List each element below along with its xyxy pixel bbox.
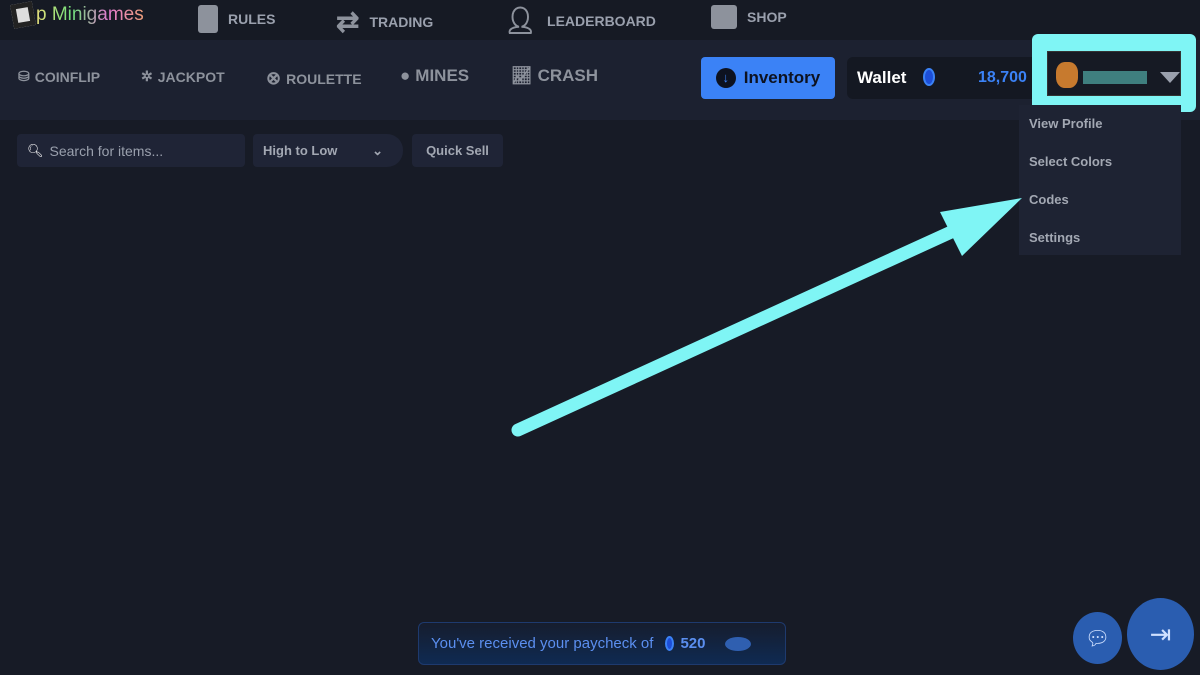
wallet-balance: 18,700 — [978, 69, 1027, 86]
paycheck-toast: You've received your paycheck of 520 — [418, 622, 786, 665]
inventory-label: Inventory — [743, 68, 821, 87]
book-icon — [198, 5, 218, 33]
coin-icon — [923, 68, 935, 86]
nav-trading[interactable]: ⇄ TRADING — [336, 5, 433, 38]
search-placeholder: Search for items... — [49, 142, 164, 159]
sort-value: High to Low — [263, 143, 338, 158]
chat-icon: 💬︎ — [1084, 627, 1111, 650]
search-icon: 🔍︎ — [27, 142, 44, 158]
menu-item-settings[interactable]: Settings — [1029, 230, 1080, 245]
logo-text: p Minigames — [36, 4, 144, 25]
game-label: ROULETTE — [286, 70, 362, 87]
nav-rules[interactable]: RULES — [198, 5, 275, 33]
swap-arrows-icon: ⇄ — [336, 6, 360, 37]
username-redacted — [1083, 71, 1147, 84]
user-dropdown[interactable] — [1047, 51, 1181, 96]
logo[interactable]: p Minigames — [10, 1, 144, 29]
search-input[interactable]: 🔍︎ Search for items... — [17, 134, 245, 167]
quick-sell-button[interactable]: Quick Sell — [412, 134, 503, 167]
nav-label: LEADERBOARD — [547, 12, 656, 29]
coins-icon — [725, 636, 752, 651]
logo-icon — [10, 1, 36, 29]
coin-icon — [665, 636, 675, 651]
game-coinflip[interactable]: ⛁ COINFLIP — [18, 68, 100, 85]
toast-amount: 520 — [680, 635, 706, 652]
roulette-icon: ⊗ — [266, 68, 282, 88]
game-jackpot[interactable]: ✲ JACKPOT — [141, 68, 225, 85]
nav-leaderboard[interactable]: 👤︎ LEADERBOARD — [504, 5, 656, 36]
game-label: MINES — [415, 66, 470, 85]
coins-icon: ⛁ — [18, 68, 30, 84]
inventory-button[interactable]: ↓ Inventory — [701, 57, 835, 99]
chevron-down-icon: ⌄ — [372, 142, 383, 158]
avatar — [1056, 62, 1078, 88]
sort-select[interactable]: High to Low ⌄ — [253, 134, 403, 167]
game-mines[interactable]: ● MINES — [400, 66, 469, 86]
nav-shop[interactable]: SHOP — [711, 5, 787, 29]
nav-label: RULES — [228, 11, 276, 27]
store-icon — [711, 5, 737, 29]
toast-text: You've received your paycheck of — [431, 635, 654, 652]
chat-button[interactable]: 💬︎ — [1073, 612, 1122, 664]
nav-label: SHOP — [747, 9, 787, 25]
user-icon: 👤︎ — [504, 5, 538, 35]
game-label: JACKPOT — [157, 68, 225, 85]
wallet: Wallet 18,700 — [847, 57, 1037, 99]
game-crash[interactable]: 📈︎ CRASH — [511, 66, 598, 86]
game-roulette[interactable]: ⊗ ROULETTE — [266, 68, 362, 89]
door-exit-icon: ⇥ — [1149, 618, 1172, 649]
game-label: COINFLIP — [34, 68, 101, 85]
user-menu: View Profile Select Colors Codes Setting… — [1019, 105, 1181, 255]
download-icon: ↓ — [715, 68, 736, 88]
bomb-icon: ● — [400, 66, 411, 85]
wheel-icon: ✲ — [141, 68, 153, 84]
chevron-down-icon — [1160, 72, 1180, 83]
menu-item-select-colors[interactable]: Select Colors — [1029, 154, 1112, 169]
nav-label: TRADING — [369, 13, 434, 30]
chart-icon: 📈︎ — [511, 66, 533, 85]
exit-button[interactable]: ⇥ — [1127, 598, 1194, 670]
menu-item-view-profile[interactable]: View Profile — [1029, 116, 1102, 131]
game-label: CRASH — [537, 66, 599, 85]
wallet-label: Wallet — [857, 68, 907, 87]
menu-item-codes[interactable]: Codes — [1029, 192, 1069, 207]
